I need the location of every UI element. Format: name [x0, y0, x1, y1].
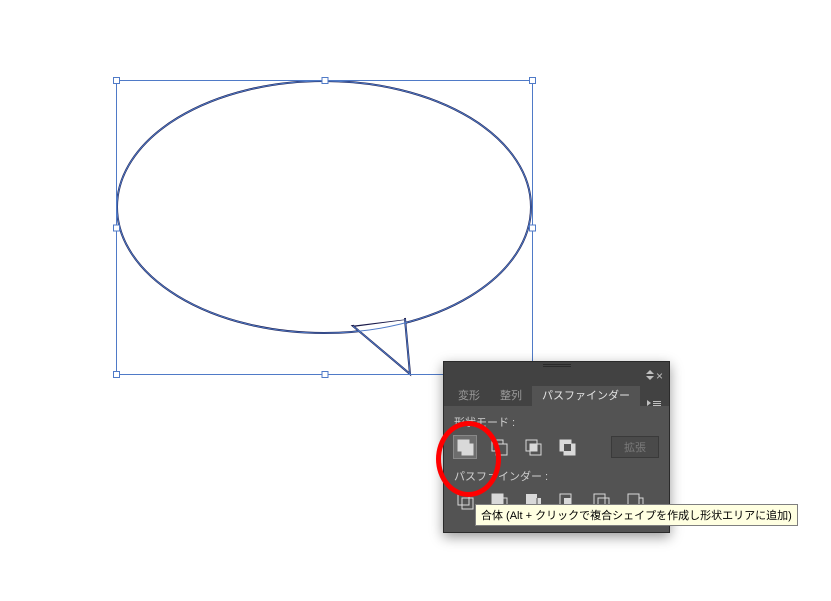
- bounding-box[interactable]: [116, 80, 533, 375]
- panel-tabbar: 変形 整列 パスファインダー: [444, 386, 669, 406]
- minus-front-icon: [490, 438, 508, 456]
- intersect-button[interactable]: [522, 436, 544, 458]
- shape-modes-row: 拡張: [454, 436, 659, 458]
- resize-handle-ml[interactable]: [113, 224, 120, 231]
- expand-button: 拡張: [611, 436, 659, 458]
- unite-icon: [456, 438, 474, 456]
- divide-button[interactable]: [454, 490, 476, 512]
- pathfinder-section-label: パスファインダー :: [454, 468, 659, 484]
- panel-drag-grip[interactable]: [444, 362, 669, 368]
- intersect-icon: [524, 438, 542, 456]
- resize-handle-bl[interactable]: [113, 371, 120, 378]
- tab-align[interactable]: 整列: [490, 386, 532, 406]
- panel-flyout-menu-icon[interactable]: [643, 400, 665, 406]
- minus-front-button[interactable]: [488, 436, 510, 458]
- resize-handle-bm[interactable]: [321, 371, 328, 378]
- tab-pathfinder[interactable]: パスファインダー: [532, 386, 640, 406]
- divide-icon: [456, 492, 474, 510]
- exclude-icon: [558, 438, 576, 456]
- resize-handle-tr[interactable]: [529, 77, 536, 84]
- tab-transform[interactable]: 変形: [448, 386, 490, 406]
- unite-button[interactable]: [454, 436, 476, 458]
- exclude-button[interactable]: [556, 436, 578, 458]
- close-panel-icon[interactable]: ×: [656, 370, 663, 382]
- resize-handle-tm[interactable]: [321, 77, 328, 84]
- unite-tooltip: 合体 (Alt + クリックで複合シェイプを作成し形状エリアに追加): [475, 504, 798, 526]
- resize-handle-tl[interactable]: [113, 77, 120, 84]
- shape-modes-label: 形状モード :: [454, 414, 659, 430]
- resize-handle-mr[interactable]: [529, 224, 536, 231]
